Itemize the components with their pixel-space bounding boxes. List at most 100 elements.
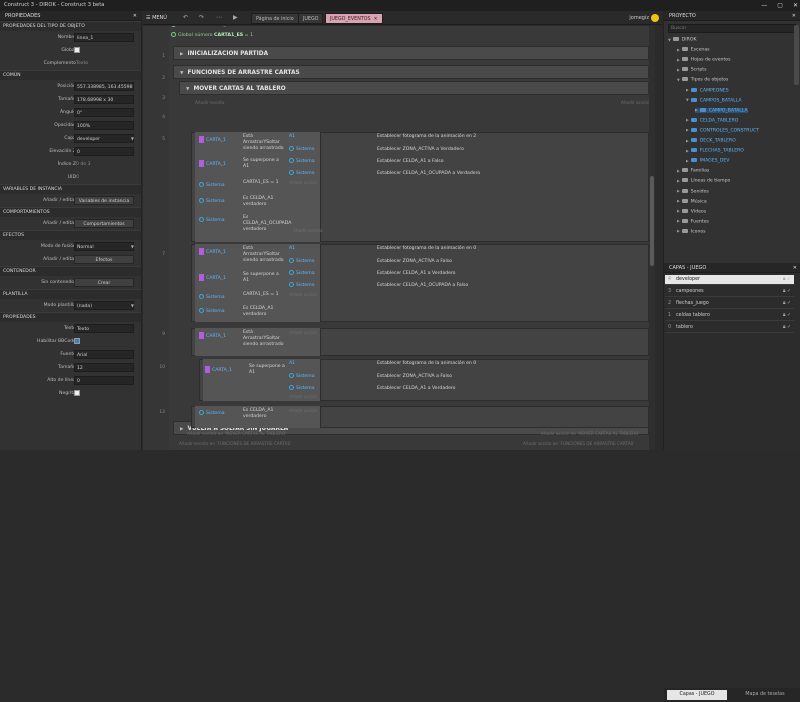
- add-event-link[interactable]: Añadir evento en 'MOVER CARTAS AL TABLER…: [187, 431, 286, 436]
- close-panel-icon[interactable]: ✕: [133, 11, 137, 21]
- project-tree-item[interactable]: ▶ Fuentes: [677, 218, 709, 224]
- project-tree-item[interactable]: ▶ Vídeos: [677, 208, 706, 214]
- close-panel-icon[interactable]: ✕: [792, 11, 796, 21]
- project-tree-item[interactable]: ▼ CAMPOS_BATALLA: [686, 97, 742, 103]
- lock-and-visibility-icon[interactable]: 🔒︎ ✓: [783, 311, 791, 321]
- expand-arrow-icon[interactable]: ▶: [686, 159, 689, 163]
- preview-play-icon[interactable]: ▶: [233, 13, 238, 23]
- event-group[interactable]: ▼ MOVER CARTAS AL TABLERO: [179, 81, 649, 95]
- property-section-header[interactable]: COMPORTAMIENTOS: [0, 207, 141, 217]
- project-tree-item[interactable]: ▶ CAMPEONES: [686, 87, 729, 93]
- expand-arrow-icon[interactable]: ▶: [677, 229, 680, 233]
- add-action-link[interactable]: Añadir acción en 'MOVER CARTAS AL TABLER…: [541, 431, 639, 436]
- add-action-link[interactable]: Añadir acción: [289, 180, 318, 185]
- expand-arrow-icon[interactable]: ▶: [686, 88, 689, 92]
- expand-arrow-icon[interactable]: ▶: [677, 209, 680, 213]
- lock-and-visibility-icon[interactable]: 🔒︎ ✓: [783, 299, 791, 309]
- property-button[interactable]: Efectos: [74, 255, 134, 264]
- property-checkbox[interactable]: [74, 47, 80, 53]
- expand-arrow-icon[interactable]: ▶: [677, 68, 680, 72]
- event-action[interactable]: A1 Establecer fotograma de la animación e…: [289, 134, 476, 139]
- project-tree-item[interactable]: ▶ Iconos: [677, 228, 706, 234]
- layer-row[interactable]: 1 celdas tablero 🔒︎ ✓: [665, 311, 794, 321]
- add-action-link[interactable]: Añadir acción en 'FUNCIONES DE ARRASTRE …: [523, 441, 634, 446]
- event-action[interactable]: Sistema Establecer CELDA_A1 a Verdadero: [289, 385, 456, 391]
- lock-and-visibility-icon[interactable]: 🔒︎ ✓: [783, 287, 791, 297]
- expand-arrow-icon[interactable]: ▶: [686, 118, 689, 122]
- expand-arrow-icon[interactable]: ▶: [677, 189, 680, 193]
- event-group[interactable]: ▶ INICIALIZACION PARTIDA: [173, 46, 649, 60]
- add-action-link[interactable]: Añadir acción: [289, 408, 318, 413]
- expand-arrow-icon[interactable]: ▶: [686, 128, 689, 132]
- tab-event-sheet[interactable]: JUEGO_EVENTOS ✕: [325, 13, 383, 24]
- property-select[interactable]: Normal: [74, 242, 134, 251]
- property-button[interactable]: Comportamientos: [74, 219, 134, 228]
- expand-arrow-icon[interactable]: ▶: [677, 219, 680, 223]
- expand-arrow-icon[interactable]: ▼: [186, 87, 189, 92]
- event-action[interactable]: Sistema Establecer CELDA_A1_OCUPADA a Fal…: [289, 282, 468, 288]
- expand-arrow-icon[interactable]: ▶: [180, 427, 183, 432]
- event-action[interactable]: A1 Establecer fotograma de la animación e…: [289, 361, 476, 366]
- project-tree-item[interactable]: ▶ CELDA_TABLERO: [686, 117, 738, 123]
- expand-arrow-icon[interactable]: ▶: [677, 169, 680, 173]
- event-action[interactable]: Sistema Establecer CELDA_A1 a Verdadero: [289, 270, 456, 276]
- property-section-header[interactable]: PROPIEDADES DEL TIPO DE OBJETO: [0, 21, 141, 31]
- property-value-input[interactable]: linea_1: [74, 33, 134, 42]
- expand-arrow-icon[interactable]: ▶: [677, 199, 680, 203]
- tab-layers[interactable]: Capas - JUEGO: [667, 690, 727, 700]
- project-tree-item[interactable]: ▶ Familias: [677, 168, 709, 174]
- add-event-link[interactable]: Añadir evento: [293, 228, 322, 233]
- property-value-input[interactable]: 557.338985, 163.45598: [74, 82, 134, 91]
- maximize-button[interactable]: ▢: [777, 0, 783, 11]
- lock-and-visibility-icon[interactable]: 🔒︎ ✓: [783, 275, 791, 285]
- property-section-header[interactable]: PLANTILLA: [0, 289, 141, 299]
- property-select[interactable]: developer: [74, 134, 134, 143]
- event-action[interactable]: Sistema Establecer ZONA_ACTIVA a Falso: [289, 373, 452, 379]
- layer-row[interactable]: 4 developer 🔒︎ ✓: [665, 275, 794, 285]
- undo-icon[interactable]: ↶: [183, 13, 188, 23]
- tab-layout-juego[interactable]: JUEGO: [298, 13, 324, 24]
- layer-row[interactable]: 3 campeones 🔒︎ ✓: [665, 287, 794, 297]
- expand-arrow-icon[interactable]: ▶: [677, 58, 680, 62]
- project-tree-item[interactable]: ▶ FLECHAS_TABLERO: [686, 148, 744, 154]
- close-tab-icon[interactable]: ✕: [374, 17, 378, 22]
- property-section-header[interactable]: COMÚN: [0, 70, 141, 80]
- property-checkbox[interactable]: [74, 338, 80, 344]
- expand-arrow-icon[interactable]: ▶: [695, 108, 698, 112]
- project-tree-item[interactable]: ▶ Scripts: [677, 67, 706, 73]
- expand-arrow-icon[interactable]: ▼: [668, 38, 671, 42]
- property-checkbox[interactable]: [74, 390, 80, 396]
- layer-row[interactable]: 2 flechas_juego 🔒︎ ✓: [665, 299, 794, 309]
- project-tree-item[interactable]: ▶ CAMPO_BATALLA: [695, 107, 748, 114]
- event-sheet-scrollbar[interactable]: [649, 26, 655, 450]
- expand-arrow-icon[interactable]: ▶: [686, 149, 689, 153]
- property-select[interactable]: (nada): [74, 301, 134, 310]
- more-icon[interactable]: ⋯: [216, 13, 222, 23]
- layer-row[interactable]: 0 tablero 🔒︎ ✓: [665, 323, 794, 333]
- expand-arrow-icon[interactable]: ▼: [677, 78, 680, 82]
- property-section-header[interactable]: VARIABLES DE INSTANCIA: [0, 184, 141, 194]
- property-value-input[interactable]: 178.68998 x 30: [74, 95, 134, 104]
- add-action-link[interactable]: Añadir acción: [289, 394, 318, 399]
- project-tree-item[interactable]: ▶ CONTROLES_CONSTRUCT: [686, 127, 759, 133]
- scrollbar-thumb[interactable]: [650, 176, 654, 266]
- expand-arrow-icon[interactable]: ▶: [677, 179, 680, 183]
- tab-tilemap[interactable]: Mapa de teselas: [734, 690, 796, 700]
- add-event-link[interactable]: Añadir evento en 'FUNCIONES DE ARRASTRE …: [179, 441, 291, 446]
- property-button[interactable]: Crear: [74, 278, 134, 287]
- project-tree-item[interactable]: ▶ Escenas: [677, 47, 710, 53]
- global-variable[interactable]: Global número CARTA1_ES = 1: [171, 32, 253, 38]
- lock-and-visibility-icon[interactable]: 🔒︎ ✓: [783, 323, 791, 333]
- property-section-header[interactable]: CONTENEDOR: [0, 266, 141, 276]
- minimize-button[interactable]: —: [761, 0, 767, 11]
- global-variable[interactable]: Global booleano ES_SK = falso: [171, 26, 250, 28]
- user-account[interactable]: jomegiz: [629, 13, 659, 23]
- property-value-input[interactable]: Texto: [74, 324, 134, 333]
- close-window-button[interactable]: ✕: [793, 0, 798, 11]
- expand-arrow-icon[interactable]: ▼: [180, 71, 183, 76]
- project-tree-item[interactable]: ▼ Tipos de objetos: [677, 77, 728, 83]
- expand-arrow-icon[interactable]: ▶: [180, 52, 183, 57]
- project-tree-item[interactable]: ▶ IMAGES_DEV: [686, 158, 729, 164]
- redo-icon[interactable]: ↷: [199, 13, 204, 23]
- event-action[interactable]: A1 Establecer fotograma de la animación e…: [289, 246, 476, 251]
